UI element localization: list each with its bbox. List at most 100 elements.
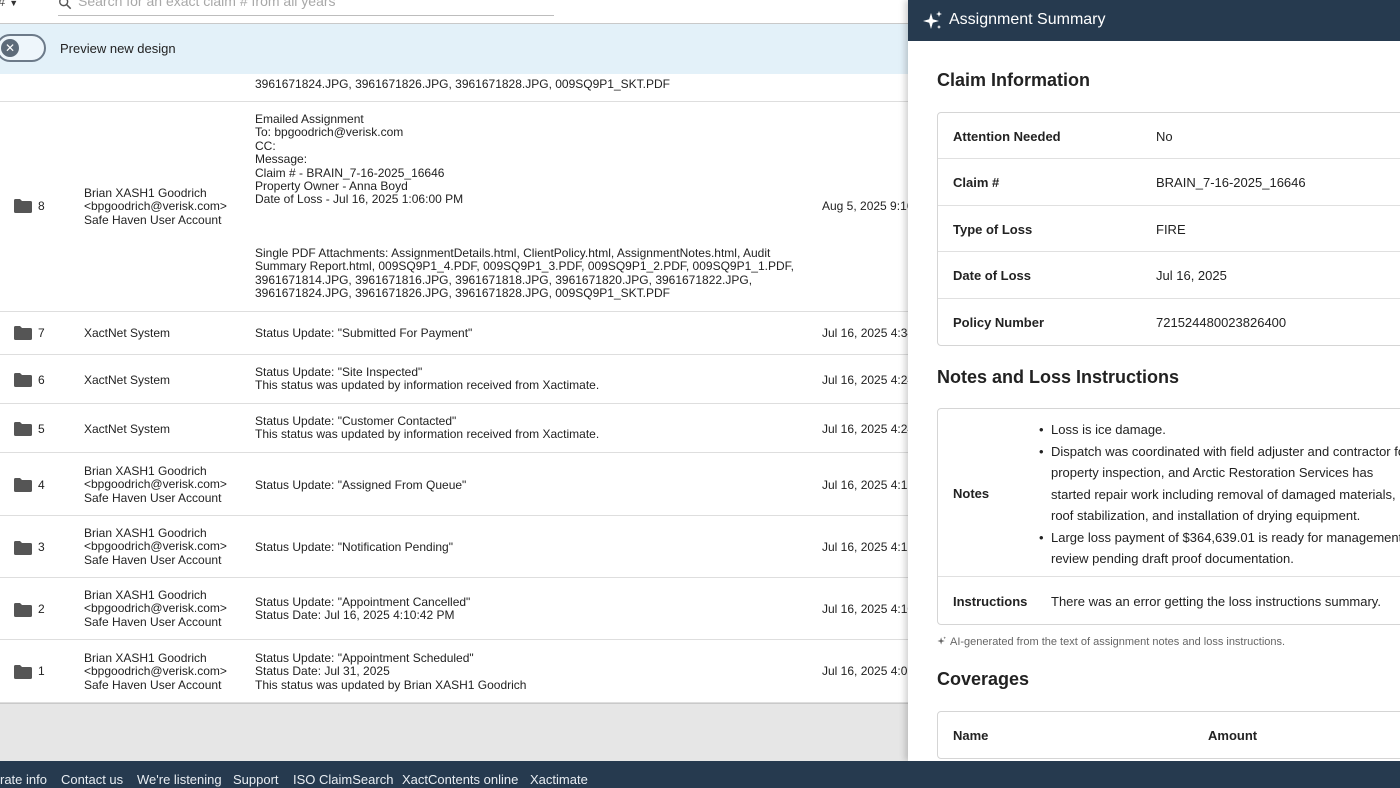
row-date: Jul 16, 2025 4:12 (822, 478, 908, 492)
activity-line: This status was updated by Brian XASH1 G… (255, 677, 527, 692)
field-value: BRAIN_7-16-2025_16646 (1156, 175, 1306, 191)
footer-link-were-listening[interactable]: We're listening (137, 772, 222, 787)
row-date: Aug 5, 2025 9:16 (822, 199, 908, 213)
notes-card: Notes Loss is ice damage. Dispatch was c… (937, 408, 1400, 625)
activity-line: Status Update: "Customer Contacted" (255, 414, 457, 428)
folder-icon[interactable] (14, 326, 32, 340)
row-number: 3 (38, 540, 45, 554)
note-line: Loss is ice damage. (1051, 422, 1166, 437)
table-row: 4 Brian XASH1 Goodrich <bpgoodrich@veris… (0, 453, 908, 516)
table-row: 3 Brian XASH1 Goodrich <bpgoodrich@veris… (0, 516, 908, 578)
user-name: XactNet System (84, 373, 171, 387)
row-date: Jul 16, 2025 4:34 (822, 326, 908, 340)
activity-line: To: bpgoodrich@verisk.com (255, 125, 404, 140)
activity-cell: Status Update: "Assigned From Queue" (255, 478, 795, 492)
footer-link-xactcontents-online[interactable]: XactContents online (402, 772, 518, 787)
activity-line: This status was updated by information r… (255, 378, 600, 393)
preview-toggle[interactable]: ✕ (0, 34, 46, 62)
user-cell: Brian XASH1 Goodrich <bpgoodrich@verisk.… (84, 186, 244, 227)
field-row: Attention Needed No (938, 113, 1400, 160)
activity-cell: Emailed Assignment To: bpgoodrich@verisk… (255, 112, 795, 207)
activity-line: Status Update: "Appointment Scheduled" (255, 651, 474, 665)
row-date: Jul 16, 2025 4:24 (822, 373, 908, 387)
attachments-cell: Single PDF Attachments: AssignmentDetail… (255, 246, 795, 301)
user-name: XactNet System (84, 422, 171, 436)
folder-icon[interactable] (14, 541, 32, 555)
row-date: Jul 16, 2025 4:12 (822, 540, 908, 554)
search-scope-dropdown[interactable]: #▼ (0, 0, 18, 9)
folder-icon[interactable] (14, 665, 32, 679)
search-input[interactable] (78, 0, 548, 9)
activity-line: Emailed Assignment (255, 112, 364, 126)
row-number: 7 (38, 326, 45, 340)
user-cell: XactNet System (84, 422, 244, 436)
activity-line: This status was updated by information r… (255, 427, 600, 442)
activity-line: Date of Loss - Jul 16, 2025 1:06:00 PM (255, 192, 464, 207)
close-icon: ✕ (1, 39, 19, 57)
field-label: Type of Loss (953, 221, 1033, 237)
row-number: 8 (38, 199, 45, 213)
field-value: FIRE (1156, 221, 1186, 237)
field-value: 721524480023826400 (1156, 314, 1287, 330)
footer-link-rate-info[interactable]: rate info (0, 772, 47, 787)
folder-icon[interactable] (14, 199, 32, 213)
table-row: 3961671824.JPG, 3961671826.JPG, 39616718… (0, 74, 908, 102)
note-line: roof stabilization, and installation of … (1051, 508, 1361, 523)
activity-line: CC: (255, 138, 276, 153)
ai-note-text: AI-generated from the text of assignment… (950, 636, 1286, 648)
panel-header: Assignment Summary (908, 0, 1400, 41)
note-item: Loss is ice damage. (1039, 419, 1400, 441)
sparkle-icon (937, 636, 947, 645)
folder-icon[interactable] (14, 603, 32, 617)
activity-line: Message: (255, 152, 308, 167)
user-account: Safe Haven User Account (84, 677, 222, 692)
activity-cell: 3961671824.JPG, 3961671826.JPG, 39616718… (255, 77, 795, 91)
field-label: Policy Number (953, 314, 1045, 330)
user-cell: Brian XASH1 Goodrich <bpgoodrich@verisk.… (84, 526, 244, 567)
activity-line: 3961671824.JPG, 3961671826.JPG, 39616718… (255, 77, 670, 91)
search-icon (59, 0, 72, 10)
user-name: Brian XASH1 Goodrich (84, 464, 207, 478)
folder-icon[interactable] (14, 422, 32, 436)
chevron-down-icon: ▼ (9, 0, 19, 8)
field-row: Date of Loss Jul 16, 2025 (938, 252, 1400, 299)
activity-line: Claim # - BRAIN_7-16-2025_16646 (255, 165, 445, 180)
claim-info-card: Attention Needed No Claim # BRAIN_7-16-2… (937, 112, 1400, 346)
user-cell: Brian XASH1 Goodrich <bpgoodrich@verisk.… (84, 588, 244, 629)
field-value: Jul 16, 2025 (1156, 268, 1227, 284)
footer-link-iso-claimsearch[interactable]: ISO ClaimSearch (293, 772, 393, 787)
field-row: Type of Loss FIRE (938, 206, 1400, 253)
sparkle-icon (923, 11, 942, 29)
user-email: <bpgoodrich@verisk.com> (84, 664, 227, 679)
user-cell: Brian XASH1 Goodrich <bpgoodrich@verisk.… (84, 651, 244, 692)
search-bar: #▼ (0, 0, 908, 24)
column-header-name: Name (953, 728, 989, 743)
field-row: Policy Number 721524480023826400 (938, 299, 1400, 345)
footer-link-xactimate[interactable]: Xactimate (530, 772, 588, 787)
row-number: 4 (38, 478, 45, 492)
footer-link-support[interactable]: Support (233, 772, 279, 787)
user-email: <bpgoodrich@verisk.com> (84, 601, 227, 616)
activity-cell: Status Update: "Site Inspected" This sta… (255, 365, 795, 393)
activity-cell: Status Update: "Notification Pending" (255, 540, 795, 554)
user-account: Safe Haven User Account (84, 552, 222, 567)
row-number: 2 (38, 602, 45, 616)
claim-search (58, 0, 554, 16)
user-account: Safe Haven User Account (84, 614, 222, 629)
footer-link-contact-us[interactable]: Contact us (61, 772, 123, 787)
table-row: 5 XactNet System Status Update: "Custome… (0, 404, 908, 453)
footer: rate info Contact us We're listening Sup… (0, 761, 1400, 788)
folder-icon[interactable] (14, 373, 32, 387)
activity-line: Status Update: "Appointment Cancelled" (255, 595, 471, 609)
row-number: 5 (38, 422, 45, 436)
row-date: Jul 16, 2025 4:24 (822, 422, 908, 436)
attachments-line: 3961671824.JPG, 3961671826.JPG, 39616718… (255, 286, 670, 301)
activity-line: Status Update: "Notification Pending" (255, 540, 453, 554)
row-number: 1 (38, 664, 45, 678)
activity-cell: Status Update: "Customer Contacted" This… (255, 414, 795, 442)
field-label: Date of Loss (953, 268, 1032, 284)
field-row: Claim # BRAIN_7-16-2025_16646 (938, 159, 1400, 206)
instructions-value: There was an error getting the loss inst… (1051, 594, 1381, 609)
notes-row: Notes Loss is ice damage. Dispatch was c… (938, 409, 1400, 577)
folder-icon[interactable] (14, 478, 32, 492)
